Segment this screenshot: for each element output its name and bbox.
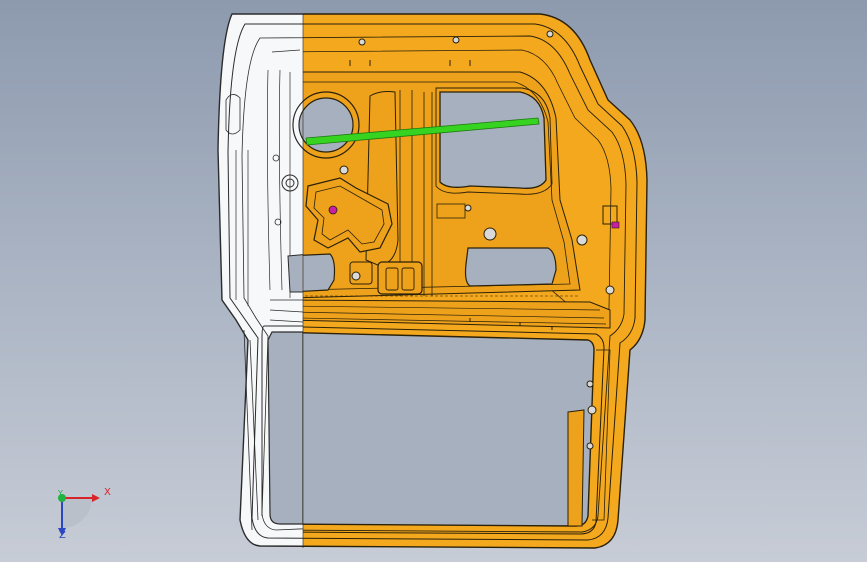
z-axis-label: Z (59, 530, 66, 541)
marker-point (328, 205, 338, 215)
door-panel-model[interactable] (0, 0, 867, 562)
x-axis-label: X (104, 487, 111, 498)
window-frame-opening (303, 332, 595, 527)
upper-service-opening (439, 91, 547, 189)
graphics-viewport[interactable]: X Y Z (0, 0, 867, 562)
y-axis-label: Y (58, 489, 63, 498)
marker-point (611, 221, 620, 229)
